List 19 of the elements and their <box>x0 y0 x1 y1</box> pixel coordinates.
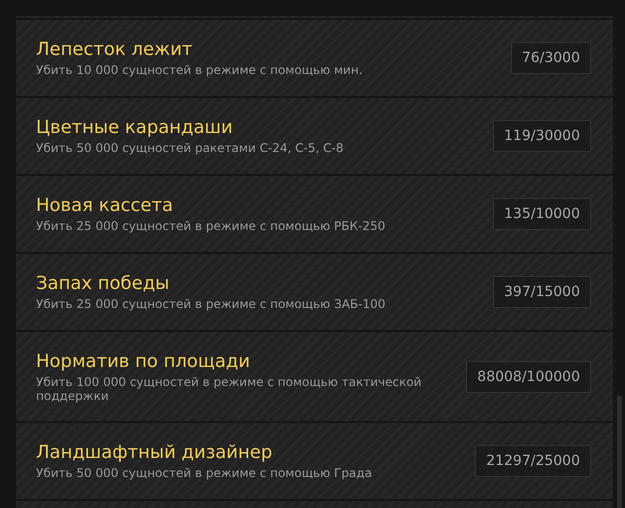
achievement-description: Убить 50 000 сущностей в режиме с помощью Града <box>36 466 372 480</box>
progress-counter: 88008/100000 <box>466 360 591 392</box>
achievement-description: Убить 100 000 сущностей в режиме с помощью тактической поддержки <box>36 374 422 402</box>
progress-counter: 119/30000 <box>493 120 591 152</box>
progress-counter: 135/10000 <box>493 198 591 230</box>
achievement-title: Ландшафтный дизайнер <box>36 442 274 464</box>
achievement-title: Лепесток лежит <box>36 39 194 61</box>
achievement-description: Убить 25 000 сущностей в режиме с помощью РБК-250 <box>36 219 386 233</box>
scrollbar-thumb[interactable] <box>617 396 622 508</box>
achievement-title: Норматив по площади <box>36 350 252 372</box>
achievement-title: Новая кассета <box>36 195 174 217</box>
progress-counter: 21297/25000 <box>475 445 591 477</box>
achievement-description: Убить 50 000 сущностей ракетами С-24, С-5, С-8 <box>36 141 344 155</box>
achievement-title: Цветные карандаши <box>36 117 234 139</box>
achievement-description: Убить 10 000 сущностей в режиме с помощью мин. <box>36 63 363 77</box>
achievement-description: Убить 25 000 сущностей в режиме с помощью ЗАБ-100 <box>36 297 386 311</box>
progress-counter: 397/15000 <box>493 276 591 308</box>
achievement-title: Запах победы <box>36 273 170 295</box>
progress-counter: 76/3000 <box>510 42 591 74</box>
